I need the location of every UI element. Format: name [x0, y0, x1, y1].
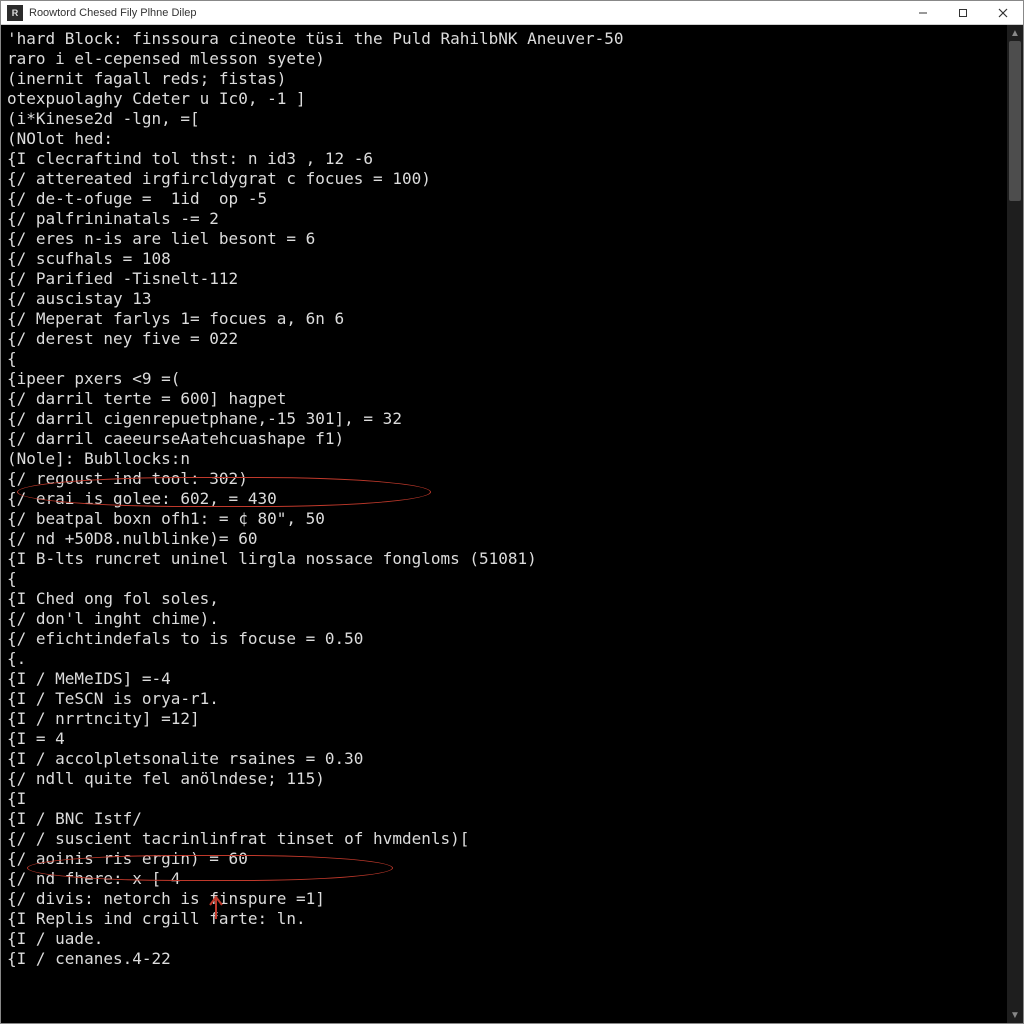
terminal-line: { — [7, 569, 1001, 589]
terminal-line: {I / cenanes.4-22 — [7, 949, 1001, 969]
terminal-line: (NOlot hed: — [7, 129, 1001, 149]
minimize-icon — [918, 8, 928, 18]
terminal-line: {I / accolpletsonalite rsaines = 0.30 — [7, 749, 1001, 769]
vertical-scrollbar[interactable]: ▲ ▼ — [1007, 25, 1023, 1023]
terminal-line: {I Ched ong fol soles, — [7, 589, 1001, 609]
terminal-line: {/ derest ney five = 022 — [7, 329, 1001, 349]
terminal-line: {I = 4 — [7, 729, 1001, 749]
terminal-line: (i*Kinese2d -lgn, =[ — [7, 109, 1001, 129]
terminal-line: {/ erai is golee: 602, = 430 — [7, 489, 1001, 509]
terminal-line: {/ darril caeeurseAatehcuashape f1) — [7, 429, 1001, 449]
terminal-line: {/ auscistay 13 — [7, 289, 1001, 309]
terminal-line: {/ Parified -Tisnelt-112 — [7, 269, 1001, 289]
terminal-line: {I — [7, 789, 1001, 809]
terminal-line: {I / uade. — [7, 929, 1001, 949]
terminal-line: {/ don'l inght chime). — [7, 609, 1001, 629]
terminal-line: {/ beatpal boxn ofh1: = ¢ 80", 50 — [7, 509, 1001, 529]
client-area: 'hard Block: finssoura cineote tüsi the … — [1, 25, 1023, 1023]
terminal-line: {/ nd fhere: x [ 4 — [7, 869, 1001, 889]
terminal-line: {/ de-t-ofuge = 1id op -5 — [7, 189, 1001, 209]
terminal-line: {/ darril cigenrepuetphane,-15 301], = 3… — [7, 409, 1001, 429]
scroll-up-arrow-icon[interactable]: ▲ — [1007, 25, 1023, 41]
terminal-line: {/ divis: netorch is finspure =1] — [7, 889, 1001, 909]
terminal-line: {I / TeSCN is orya-r1. — [7, 689, 1001, 709]
scrollbar-track[interactable] — [1007, 41, 1023, 1007]
terminal-line: {I / nrrtncity] =12] — [7, 709, 1001, 729]
terminal-line: {I / MeMeIDS] =-4 — [7, 669, 1001, 689]
maximize-icon — [958, 8, 968, 18]
terminal-line: {/ scufhals = 108 — [7, 249, 1001, 269]
terminal-line: {/ regoust ind tool: 302) — [7, 469, 1001, 489]
terminal-line: { — [7, 349, 1001, 369]
window-title: Roowtord Chesed Fily Plhne Dilep — [29, 7, 197, 19]
terminal-line: {/ Meperat farlys 1= focues a, 6n 6 — [7, 309, 1001, 329]
terminal-line: {/ nd +50D8.nulblinke)= 60 — [7, 529, 1001, 549]
terminal-line: {. — [7, 649, 1001, 669]
terminal-line: {ipeer pxers <9 =( — [7, 369, 1001, 389]
close-button[interactable] — [983, 1, 1023, 25]
terminal-line: {/ attereated irgfircldygrat c focues = … — [7, 169, 1001, 189]
terminal-line: {/ aoinis ris ergin) = 60 — [7, 849, 1001, 869]
terminal-line: {I Replis ind crgill farte: ln. — [7, 909, 1001, 929]
terminal-line: {/ ndll quite fel anölndese; 115) — [7, 769, 1001, 789]
terminal-line: {/ / suscient tacrinlinfrat tinset of hv… — [7, 829, 1001, 849]
terminal-line: (Nole]: Bubllocks:n — [7, 449, 1001, 469]
app-icon: R — [7, 5, 23, 21]
terminal-line: {I clecraftind tol thst: n id3 , 12 -6 — [7, 149, 1001, 169]
terminal-line: otexpuolaghy Cdeter u Ic0, -1 ] — [7, 89, 1001, 109]
maximize-button[interactable] — [943, 1, 983, 25]
terminal-line: {/ palfrininatals -= 2 — [7, 209, 1001, 229]
terminal-line: {/ eres n-is are liel besont = 6 — [7, 229, 1001, 249]
terminal-line: {/ efichtindefals to is focuse = 0.50 — [7, 629, 1001, 649]
terminal-line: {I B-lts runcret uninel lirgla nossace f… — [7, 549, 1001, 569]
scrollbar-thumb[interactable] — [1009, 41, 1021, 201]
titlebar: R Roowtord Chesed Fily Plhne Dilep — [1, 1, 1023, 25]
app-window: R Roowtord Chesed Fily Plhne Dilep 'hard… — [0, 0, 1024, 1024]
minimize-button[interactable] — [903, 1, 943, 25]
close-icon — [998, 8, 1008, 18]
terminal-line: {I / BNC Istf/ — [7, 809, 1001, 829]
terminal-line: raro i el-cepensed mlesson syete) — [7, 49, 1001, 69]
terminal-output[interactable]: 'hard Block: finssoura cineote tüsi the … — [1, 25, 1007, 1023]
terminal-line: 'hard Block: finssoura cineote tüsi the … — [7, 29, 1001, 49]
scroll-down-arrow-icon[interactable]: ▼ — [1007, 1007, 1023, 1023]
terminal-line: {/ darril terte = 600] hagpet — [7, 389, 1001, 409]
terminal-line: (inernit fagall reds; fistas) — [7, 69, 1001, 89]
